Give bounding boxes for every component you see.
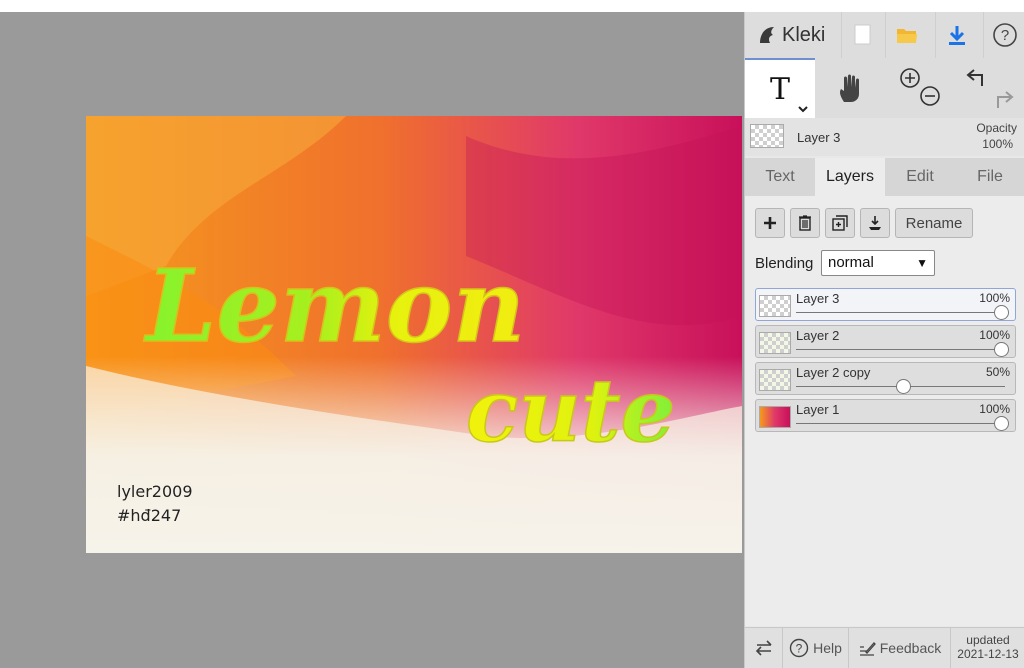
- signature-line1: lyler2009: [117, 482, 193, 501]
- new-button[interactable]: [841, 12, 883, 58]
- open-folder-icon: [896, 29, 917, 43]
- tab-file[interactable]: File: [955, 158, 1024, 196]
- opacity-slider-handle[interactable]: [994, 342, 1009, 357]
- add-layer-button[interactable]: [755, 208, 785, 238]
- chevron-down-icon[interactable]: [797, 104, 809, 114]
- opacity-slider-track[interactable]: [796, 349, 1005, 350]
- zoom-tool[interactable]: [887, 58, 955, 118]
- top-bar: [0, 0, 1024, 12]
- current-layer-info: Layer 3 Opacity 100%: [745, 118, 1024, 156]
- merge-down-icon: [869, 216, 881, 230]
- layer-opacity: 100%: [979, 328, 1010, 342]
- feedback-label: Feedback: [879, 640, 942, 656]
- layer-opacity: 100%: [979, 291, 1010, 305]
- layer-item[interactable]: Layer 2 100%: [755, 325, 1016, 358]
- opacity-slider-handle[interactable]: [994, 416, 1009, 431]
- help-label: Help: [813, 640, 842, 656]
- tool-row: T: [745, 58, 1024, 119]
- layer-name: Layer 3: [796, 291, 840, 306]
- plus-icon: [764, 217, 776, 229]
- panel-tabs: Text Layers Edit File: [745, 158, 1024, 196]
- opacity-slider-handle[interactable]: [896, 379, 911, 394]
- undo-redo-icon: [966, 69, 1014, 108]
- hand-icon: [840, 74, 859, 102]
- new-file-icon: [854, 24, 870, 45]
- duplicate-layer-button[interactable]: [825, 208, 855, 238]
- opacity-label: Opacity: [976, 121, 1017, 135]
- help-link[interactable]: ? Help: [783, 628, 849, 668]
- layer-item[interactable]: Layer 3 100%: [755, 288, 1016, 321]
- duplicate-icon: [832, 215, 848, 231]
- svg-text:?: ?: [796, 642, 803, 656]
- layer-item[interactable]: Layer 1 100%: [755, 399, 1016, 432]
- layer-name: Layer 2 copy: [796, 365, 871, 380]
- drawing-canvas[interactable]: Lemon cute lyler2009 #hđ247: [86, 116, 742, 553]
- layers-panel: Rename Blending normal ▼ Layer 3 100% La…: [745, 196, 1024, 626]
- app-header: Kleki ?: [745, 12, 1024, 59]
- opacity-slider-track[interactable]: [796, 423, 1005, 424]
- layer-thumbnail: [759, 295, 791, 317]
- blending-select[interactable]: normal ▼: [821, 250, 935, 276]
- kleki-logo-icon: [760, 27, 774, 43]
- feedback-link[interactable]: Feedback: [849, 628, 951, 668]
- opacity-slider-handle[interactable]: [994, 305, 1009, 320]
- swap-icon: [755, 640, 772, 656]
- layer-thumbnail: [759, 369, 791, 391]
- panel-footer: ? Help Feedback updated 2021-12-13: [745, 627, 1024, 668]
- layer-thumbnail: [759, 406, 791, 428]
- side-panel: Kleki ? T Layer 3 Opacity 100% Text Laye…: [744, 12, 1024, 668]
- help-button[interactable]: ?: [983, 12, 1024, 58]
- swap-side-button[interactable]: [745, 628, 783, 668]
- updated-info: updated 2021-12-13: [951, 628, 1024, 668]
- help-icon: ?: [789, 638, 809, 658]
- rename-layer-button[interactable]: Rename: [895, 208, 973, 238]
- text-tool-glyph: T: [769, 71, 790, 107]
- layer-name: Layer 2: [796, 328, 840, 343]
- layer-thumbnail: [759, 332, 791, 354]
- current-layer-thumbnail: [750, 124, 784, 148]
- layer-opacity: 100%: [979, 402, 1010, 416]
- layer-opacity: 50%: [985, 365, 1010, 379]
- updated-label: updated: [966, 633, 1010, 647]
- opacity-value: 100%: [982, 137, 1013, 151]
- undo-redo-tool[interactable]: [955, 58, 1024, 118]
- text-tool[interactable]: T: [745, 58, 815, 118]
- save-button[interactable]: [935, 12, 977, 58]
- app-logo[interactable]: Kleki: [757, 20, 825, 50]
- help-icon: ?: [992, 23, 1017, 47]
- layer-name: Layer 1: [796, 402, 840, 417]
- blending-value: normal: [828, 254, 874, 271]
- chevron-down-icon: ▼: [916, 256, 928, 270]
- delete-layer-button[interactable]: [790, 208, 820, 238]
- download-icon: [948, 26, 965, 45]
- hand-tool[interactable]: [815, 58, 887, 118]
- tab-layers[interactable]: Layers: [815, 158, 885, 196]
- tab-text[interactable]: Text: [745, 158, 815, 196]
- app-name: Kleki: [782, 23, 826, 46]
- tab-edit[interactable]: Edit: [885, 158, 955, 196]
- current-layer-name: Layer 3: [797, 130, 841, 145]
- blending-label: Blending: [755, 255, 814, 272]
- workspace[interactable]: Lemon cute lyler2009 #hđ247: [0, 12, 744, 668]
- feedback-icon: [859, 642, 876, 656]
- merge-layer-button[interactable]: [860, 208, 890, 238]
- lemon-lettering: Lemon: [143, 247, 525, 365]
- cute-lettering: cute: [466, 361, 675, 462]
- open-button[interactable]: [885, 12, 927, 58]
- svg-text:?: ?: [1000, 27, 1008, 44]
- updated-date: 2021-12-13: [957, 647, 1019, 661]
- layer-item[interactable]: Layer 2 copy 50%: [755, 362, 1016, 395]
- signature-line2: #hđ247: [117, 506, 182, 525]
- opacity-slider-track[interactable]: [796, 312, 1005, 313]
- zoom-icon: [900, 68, 940, 106]
- trash-icon: [799, 215, 811, 231]
